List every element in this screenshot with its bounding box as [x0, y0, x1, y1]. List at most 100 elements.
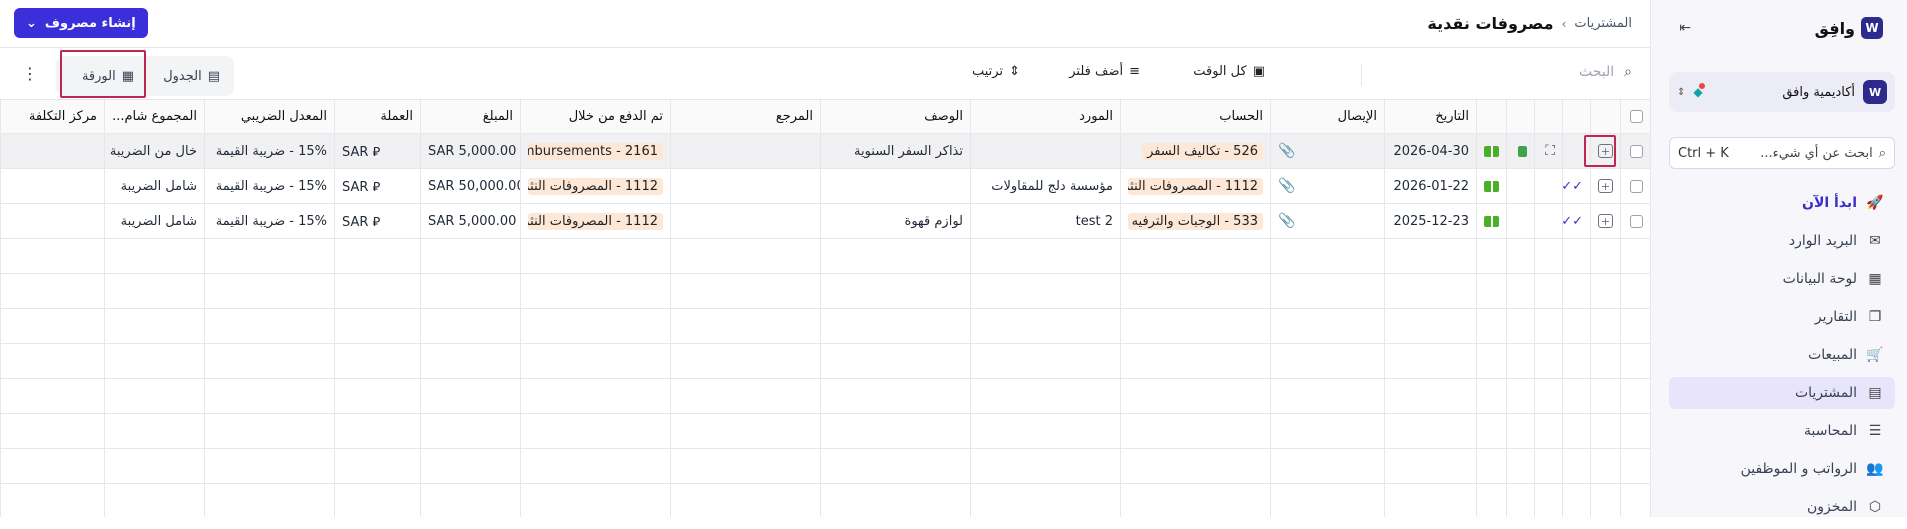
cell-date[interactable] — [1384, 484, 1476, 517]
cell-add[interactable] — [1590, 484, 1620, 517]
cell-add[interactable] — [1590, 344, 1620, 378]
cell-total[interactable] — [104, 309, 204, 343]
cell-paid-through[interactable] — [520, 449, 670, 483]
cell-amount[interactable] — [420, 449, 520, 483]
cell-description[interactable]: تذاكر السفر السنوية — [820, 134, 970, 168]
cell-receipt[interactable] — [1270, 239, 1384, 273]
cell-pdf[interactable] — [1506, 379, 1534, 413]
cell-paid-through[interactable] — [520, 309, 670, 343]
cell-book[interactable] — [1476, 204, 1506, 238]
cell-date[interactable] — [1384, 344, 1476, 378]
cell-cost-center[interactable] — [0, 169, 104, 203]
cell-cb[interactable] — [1620, 379, 1650, 413]
cell-account[interactable] — [1120, 414, 1270, 448]
cell-book[interactable] — [1476, 484, 1506, 517]
cell-reference[interactable] — [670, 309, 820, 343]
cell-tax-rate[interactable] — [204, 344, 334, 378]
cell-reference[interactable] — [670, 379, 820, 413]
row-checkbox-icon[interactable] — [1630, 144, 1643, 158]
cell-date[interactable] — [1384, 309, 1476, 343]
sidebar-item-dashboard[interactable]: ▦ لوحة البيانات — [1669, 263, 1895, 295]
cell-cb[interactable] — [1620, 484, 1650, 517]
cell-total[interactable] — [104, 379, 204, 413]
cell-vendor[interactable] — [970, 414, 1120, 448]
cell-tax-rate[interactable] — [204, 274, 334, 308]
cell-cb[interactable] — [1620, 344, 1650, 378]
cell-check[interactable] — [1562, 344, 1590, 378]
cell-tax-rate[interactable] — [204, 379, 334, 413]
cell-description[interactable] — [820, 274, 970, 308]
cell-pdf[interactable] — [1506, 484, 1534, 517]
cell-check[interactable] — [1562, 274, 1590, 308]
cell-vendor[interactable] — [970, 449, 1120, 483]
cell-tax-rate[interactable] — [204, 484, 334, 517]
cell-vendor[interactable] — [970, 274, 1120, 308]
cell-date[interactable]: 2025-12-23 — [1384, 204, 1476, 238]
cell-cost-center[interactable] — [0, 449, 104, 483]
sort-button[interactable]: ⇕ ترتيب — [972, 64, 1020, 79]
cell-receipt[interactable]: 📎 — [1270, 169, 1384, 203]
cell-paid-through[interactable] — [520, 239, 670, 273]
cell-description[interactable] — [820, 449, 970, 483]
cell-check[interactable] — [1562, 239, 1590, 273]
cell-paid-through[interactable] — [520, 344, 670, 378]
cell-cb[interactable] — [1620, 204, 1650, 238]
cell-amount[interactable]: SAR 5,000.00 — [420, 204, 520, 238]
cell-vendor[interactable]: test 2 — [970, 204, 1120, 238]
empty-table-row[interactable] — [0, 309, 1650, 344]
global-search-input[interactable]: ⌕ ابحث عن أي شيء... Ctrl + K — [1669, 137, 1895, 169]
cell-cb[interactable] — [1620, 134, 1650, 168]
attachment-icon[interactable]: 📎 — [1278, 143, 1295, 159]
table-row[interactable]: + ✓✓ 2025-12-23 📎 533 - الوجبات والترفيه test… — [0, 204, 1650, 239]
tab-table-view[interactable]: ▤ الجدول — [155, 61, 228, 91]
cell-pdf[interactable] — [1506, 239, 1534, 273]
sidebar-item-inbox[interactable]: ✉ البريد الوارد — [1669, 225, 1895, 257]
cell-book[interactable] — [1476, 379, 1506, 413]
cell-book[interactable] — [1476, 134, 1506, 168]
cell-book[interactable] — [1476, 169, 1506, 203]
cell-total[interactable] — [104, 274, 204, 308]
cell-cost-center[interactable] — [0, 274, 104, 308]
breadcrumb-parent[interactable]: المشتريات — [1574, 16, 1632, 31]
cell-description[interactable] — [820, 379, 970, 413]
cell-pdf[interactable] — [1506, 204, 1534, 238]
cell-account[interactable] — [1120, 379, 1270, 413]
cell-tax-rate[interactable]: 15% - ضريبة القيمة — [204, 134, 334, 168]
cell-add[interactable]: + — [1590, 169, 1620, 203]
cell-pdf[interactable] — [1506, 169, 1534, 203]
cell-currency[interactable] — [334, 379, 420, 413]
cell-reference[interactable] — [670, 239, 820, 273]
cell-currency[interactable] — [334, 239, 420, 273]
cell-total[interactable] — [104, 449, 204, 483]
empty-table-row[interactable] — [0, 379, 1650, 414]
cell-amount[interactable]: SAR 5,000.00 — [420, 134, 520, 168]
cell-description[interactable]: لوازم قهوة — [820, 204, 970, 238]
cell-account[interactable] — [1120, 344, 1270, 378]
cell-receipt[interactable] — [1270, 379, 1384, 413]
cell-book[interactable] — [1476, 449, 1506, 483]
cell-expand[interactable] — [1534, 344, 1562, 378]
sidebar-item-accounting[interactable]: ☰ المحاسبة — [1669, 415, 1895, 447]
cell-tax-rate[interactable] — [204, 239, 334, 273]
cell-check[interactable]: ✓✓ — [1562, 169, 1590, 203]
cell-vendor[interactable] — [970, 239, 1120, 273]
cell-date[interactable]: 2026-04-30 — [1384, 134, 1476, 168]
cell-receipt[interactable] — [1270, 274, 1384, 308]
cell-total[interactable]: شامل الضريبة — [104, 169, 204, 203]
cell-add[interactable] — [1590, 309, 1620, 343]
cell-amount[interactable] — [420, 239, 520, 273]
cell-check[interactable]: ✓✓ — [1562, 204, 1590, 238]
cell-expand[interactable]: ⛶ — [1534, 134, 1562, 168]
cell-description[interactable] — [820, 414, 970, 448]
cell-description[interactable] — [820, 309, 970, 343]
cell-book[interactable] — [1476, 274, 1506, 308]
cell-currency[interactable]: SAR ⃁ — [334, 204, 420, 238]
cell-cb[interactable] — [1620, 169, 1650, 203]
cell-vendor[interactable] — [970, 134, 1120, 168]
cell-currency[interactable] — [334, 309, 420, 343]
cell-reference[interactable] — [670, 274, 820, 308]
cell-total[interactable] — [104, 414, 204, 448]
cell-paid-through[interactable] — [520, 379, 670, 413]
cell-total[interactable]: شامل الضريبة — [104, 204, 204, 238]
cell-add[interactable] — [1590, 274, 1620, 308]
